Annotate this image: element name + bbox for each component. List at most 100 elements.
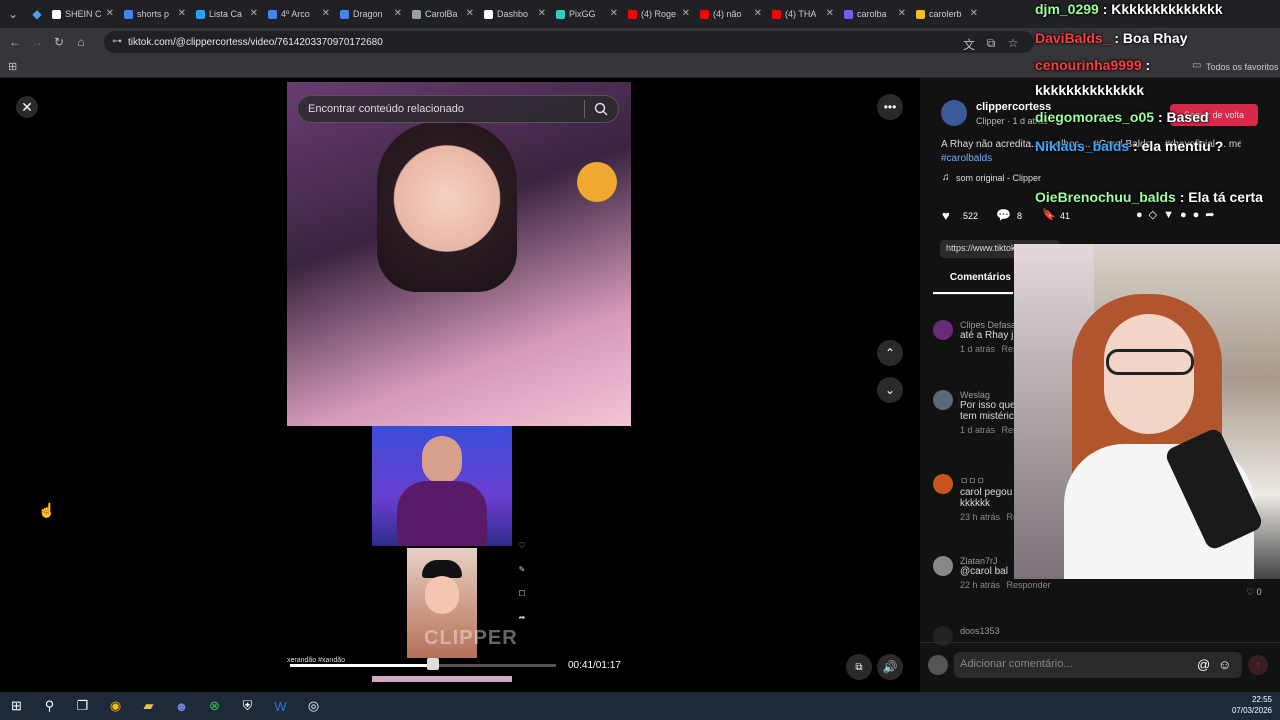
- back-icon[interactable]: ←: [4, 35, 26, 49]
- emoji-icon[interactable]: ☺: [1218, 657, 1231, 672]
- post-hashtag[interactable]: #carolbalds: [941, 153, 992, 164]
- browser-tab[interactable]: (4) THA ✕: [768, 0, 840, 28]
- commenter-avatar[interactable]: [933, 320, 953, 340]
- chat-text: : Kkkkkkkkkkkkkk: [1102, 1, 1223, 17]
- tabs-divider: [933, 294, 1013, 295]
- commenter-avatar[interactable]: [933, 556, 953, 576]
- embedded-stream-frame: [372, 426, 512, 546]
- next-video-icon[interactable]: ⌄: [877, 377, 903, 403]
- commenter-name[interactable]: Weslag: [960, 390, 1014, 400]
- bookmark-icon[interactable]: 🔖: [1042, 208, 1056, 221]
- comment-like-count[interactable]: ♡ 0: [1246, 587, 1262, 598]
- commenter-avatar[interactable]: [933, 626, 953, 646]
- streamer-face: [377, 122, 517, 292]
- browser-tab[interactable]: CarolBa ✕: [408, 0, 480, 28]
- tab-title: shorts p: [137, 9, 170, 19]
- volume-icon[interactable]: 🔊: [877, 654, 903, 680]
- chat-message: DaviBalds_ : Boa Rhay: [1035, 29, 1280, 47]
- tab-close-icon[interactable]: ✕: [826, 8, 834, 19]
- more-options-icon[interactable]: •••: [877, 94, 903, 120]
- pikachu-plush: [577, 162, 617, 202]
- mention-icon[interactable]: @: [1197, 657, 1210, 672]
- comment-meta: 1 d atrás Responder: [960, 425, 1046, 435]
- tab-close-icon[interactable]: ✕: [250, 8, 258, 19]
- tab-close-icon[interactable]: ✕: [466, 8, 474, 19]
- browser-tab[interactable]: Dashbo ✕: [480, 0, 552, 28]
- tab-close-icon[interactable]: ✕: [970, 8, 978, 19]
- browser-tab[interactable]: Dragon ✕: [336, 0, 408, 28]
- address-bar[interactable]: ⊶ tiktok.com/@clippercortess/video/76142…: [104, 31, 1034, 53]
- browser-tab[interactable]: (4) não ✕: [696, 0, 768, 28]
- tab-close-icon[interactable]: ✕: [178, 8, 186, 19]
- chat-text: kkkkkkkkkkkkkk: [1035, 82, 1145, 98]
- xbox-icon[interactable]: ⊗: [198, 698, 231, 714]
- commenter-name[interactable]: Zlatan7rJ: [960, 556, 1014, 566]
- system-clock[interactable]: 22:55 07/03/2026: [1232, 694, 1272, 716]
- site-info-icon[interactable]: ⊶: [112, 36, 122, 47]
- translate-icon[interactable]: 文: [958, 36, 980, 53]
- sound-label[interactable]: som original - Clipper: [956, 173, 1041, 183]
- pinned-tab[interactable]: ◆: [26, 7, 48, 21]
- forward-icon[interactable]: →: [26, 35, 48, 49]
- reload-icon[interactable]: ↻: [48, 35, 70, 49]
- tab-close-icon[interactable]: ✕: [322, 8, 330, 19]
- share-icons[interactable]: ●◇▼●●➦: [1136, 208, 1221, 221]
- chrome-icon[interactable]: ◉: [99, 698, 132, 714]
- chat-username: cenourinha9999: [1035, 57, 1142, 73]
- obs-icon[interactable]: ◎: [297, 698, 330, 714]
- windows-taskbar: ⊞ ⚲ ❐ ◉ ▰ ☻ ⊗ ⛨ W ◎ 22:55 07/03/2026: [0, 692, 1280, 720]
- word-icon[interactable]: W: [264, 699, 297, 714]
- close-icon[interactable]: ✕: [16, 96, 38, 118]
- browser-tab[interactable]: 4º Arco ✕: [264, 0, 336, 28]
- chat-message: cenourinha9999 :: [1035, 56, 1280, 74]
- task-view-icon[interactable]: ❐: [66, 698, 99, 714]
- browser-tab[interactable]: carolba ✕: [840, 0, 912, 28]
- floating-player-icon[interactable]: ⧉: [846, 654, 872, 680]
- related-content-search[interactable]: Encontrar conteúdo relacionado: [297, 95, 619, 123]
- previous-video-icon[interactable]: ⌃: [877, 340, 903, 366]
- apps-icon[interactable]: ⊞: [8, 60, 17, 73]
- tab-comments[interactable]: Comentários: [933, 272, 1013, 294]
- commenter-avatar[interactable]: [933, 474, 953, 494]
- like-icon[interactable]: ♥: [942, 208, 950, 223]
- search-icon[interactable]: [594, 102, 608, 119]
- browser-tab[interactable]: shorts p ✕: [120, 0, 192, 28]
- video-progress-bar[interactable]: [290, 664, 556, 667]
- commenter-name[interactable]: Clipes Defasa: [960, 320, 1016, 330]
- tab-close-icon[interactable]: ✕: [106, 8, 114, 19]
- tab-close-icon[interactable]: ✕: [538, 8, 546, 19]
- start-icon[interactable]: ⊞: [0, 698, 33, 714]
- browser-tab[interactable]: PixGG ✕: [552, 0, 624, 28]
- video-frame[interactable]: [287, 82, 631, 426]
- tab-close-icon[interactable]: ✕: [610, 8, 618, 19]
- send-icon[interactable]: ↑: [1248, 655, 1268, 675]
- tab-close-icon[interactable]: ✕: [754, 8, 762, 19]
- browser-tab[interactable]: Lista Ca ✕: [192, 0, 264, 28]
- clock-time: 22:55: [1251, 695, 1272, 704]
- tab-favicon-icon: [268, 9, 277, 19]
- file-explorer-icon[interactable]: ▰: [132, 698, 165, 714]
- tab-close-icon[interactable]: ✕: [682, 8, 690, 19]
- reply-link[interactable]: Responder: [1007, 580, 1051, 590]
- tab-favicon-icon: [412, 9, 421, 19]
- progress-knob[interactable]: [426, 658, 439, 670]
- tab-comments-label: Comentários: [949, 272, 1011, 283]
- comment-icon[interactable]: 💬: [996, 208, 1011, 222]
- like-count: 522: [963, 211, 979, 221]
- browser-tab[interactable]: carolerb ✕: [912, 0, 984, 28]
- taskbar-search-icon[interactable]: ⚲: [33, 698, 66, 714]
- install-icon[interactable]: ⧉: [980, 36, 1002, 51]
- browser-tab[interactable]: (4) Roge ✕: [624, 0, 696, 28]
- browser-tab[interactable]: SHEIN C ✕: [48, 0, 120, 28]
- home-icon[interactable]: ⌂: [70, 35, 92, 49]
- tab-search-icon[interactable]: ⌄: [0, 7, 26, 21]
- tab-close-icon[interactable]: ✕: [394, 8, 402, 19]
- commenter-name[interactable]: ㅁㅁㅁ: [960, 474, 1014, 487]
- commenter-name[interactable]: doos1353: [960, 626, 1014, 636]
- commenter-avatar[interactable]: [933, 390, 953, 410]
- author-avatar[interactable]: [941, 100, 967, 126]
- bookmark-star-icon[interactable]: ☆: [1002, 36, 1024, 50]
- tab-close-icon[interactable]: ✕: [898, 8, 906, 19]
- defender-icon[interactable]: ⛨: [231, 698, 264, 714]
- discord-icon[interactable]: ☻: [165, 699, 198, 714]
